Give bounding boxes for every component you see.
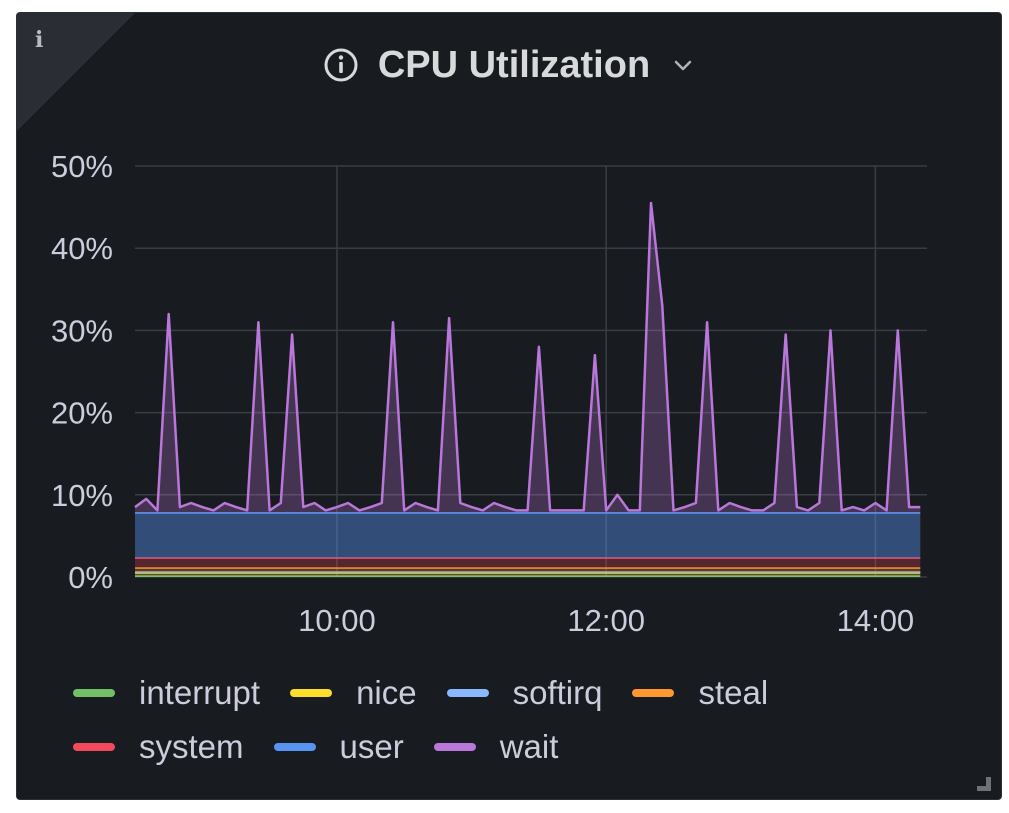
x-tick-label: 14:00 bbox=[837, 603, 915, 638]
series-area-user bbox=[135, 512, 921, 559]
y-tick-label: 40% bbox=[51, 231, 113, 266]
legend-item-user[interactable]: user bbox=[273, 727, 404, 767]
y-tick-label: 20% bbox=[51, 396, 113, 431]
legend-swatch bbox=[73, 689, 115, 697]
cpu-utilization-panel: i CPU Utilization 0% 10% 20% 30% 40% 50% 10:00… bbox=[16, 12, 1002, 800]
legend-swatch bbox=[73, 743, 115, 751]
x-tick-label: 12:00 bbox=[567, 603, 645, 638]
legend-label: wait bbox=[499, 728, 559, 765]
legend-label: softirq bbox=[512, 674, 603, 711]
legend-item-system[interactable]: system bbox=[73, 727, 244, 767]
chart-legend: interrupt nice softirq steal system user wait bbox=[73, 673, 973, 767]
legend-item-steal[interactable]: steal bbox=[632, 673, 768, 713]
legend-label: interrupt bbox=[139, 674, 261, 711]
y-tick-label: 30% bbox=[51, 313, 113, 348]
legend-label: system bbox=[139, 728, 244, 765]
y-tick-label: 10% bbox=[51, 478, 113, 513]
legend-item-wait[interactable]: wait bbox=[433, 727, 559, 767]
legend-item-softirq[interactable]: softirq bbox=[446, 673, 603, 713]
legend-swatch bbox=[273, 743, 316, 751]
series-area-wait bbox=[135, 203, 921, 513]
legend-label: steal bbox=[698, 674, 769, 711]
y-tick-label: 50% bbox=[51, 149, 113, 184]
legend-swatch bbox=[632, 689, 675, 697]
legend-swatch bbox=[433, 743, 476, 751]
series-area-system bbox=[135, 558, 921, 568]
x-tick-label: 10:00 bbox=[298, 603, 376, 638]
legend-label: nice bbox=[356, 674, 417, 711]
resize-handle-icon[interactable] bbox=[977, 777, 991, 791]
legend-swatch bbox=[446, 689, 489, 697]
legend-item-nice[interactable]: nice bbox=[290, 673, 417, 713]
legend-item-interrupt[interactable]: interrupt bbox=[73, 673, 260, 713]
legend-swatch bbox=[290, 689, 333, 697]
y-tick-label: 0% bbox=[68, 560, 113, 595]
legend-label: user bbox=[339, 728, 404, 765]
